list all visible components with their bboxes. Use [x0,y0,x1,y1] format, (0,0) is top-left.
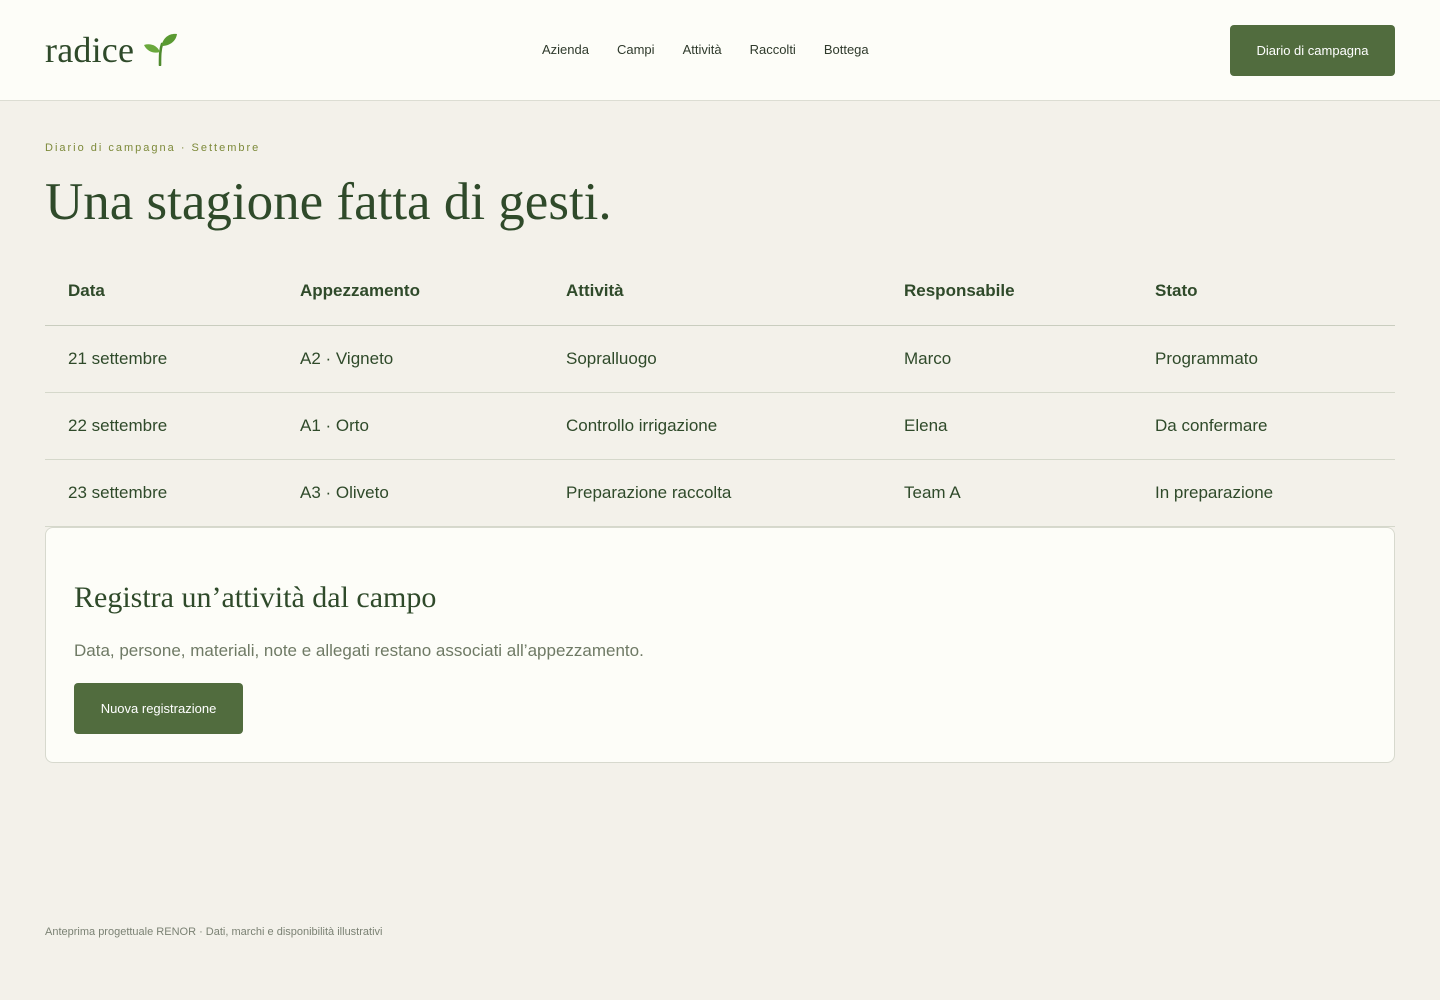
nav-item-campi[interactable]: Campi [617,42,655,58]
nav-item-raccolti[interactable]: Raccolti [750,42,796,58]
cell-plot: A3 · Oliveto [277,459,543,527]
section-eyebrow: Diario di campagna · Settembre [45,142,261,154]
cell-plot: A2 · Vigneto [277,325,543,393]
diario-button[interactable]: Diario di campagna [1230,25,1395,76]
cell-plot: A1 · Orto [277,392,543,460]
column-header-attivita: Attività [543,258,881,326]
cell-date: 22 settembre [45,392,277,460]
brand-logo[interactable]: radice [45,30,178,70]
cell-activity: Preparazione raccolta [543,459,881,527]
cell-owner: Marco [881,325,1132,393]
column-header-stato: Stato [1132,258,1395,326]
column-header-data: Data [45,258,277,326]
brand-name: radice [45,30,135,70]
main-nav: Azienda Campi Attività Raccolti Bottega [542,42,869,58]
table-row[interactable]: 21 settembre A2 · Vigneto Sopralluogo Ma… [45,325,1395,393]
cell-owner: Team A [881,459,1132,527]
table-row[interactable]: 23 settembre A3 · Oliveto Preparazione r… [45,459,1395,527]
cell-owner: Elena [881,392,1132,460]
activities-table: Data Appezzamento Attività Responsabile … [45,258,1395,527]
cell-status: Programmato [1132,325,1395,393]
sprout-icon [144,33,178,66]
register-activity-panel: Registra un’attività dal campo Data, per… [45,527,1395,763]
nav-item-azienda[interactable]: Azienda [542,42,589,58]
table-header-row: Data Appezzamento Attività Responsabile … [45,258,1395,326]
cell-date: 21 settembre [45,325,277,393]
panel-title: Registra un’attività dal campo [74,581,437,614]
site-header: radice Azienda Campi Attività Raccolti B… [0,0,1440,101]
cell-date: 23 settembre [45,459,277,527]
table-row[interactable]: 22 settembre A1 · Orto Controllo irrigaz… [45,392,1395,460]
column-header-appezzamento: Appezzamento [277,258,543,326]
page-title: Una stagione fatta di gesti. [45,173,612,231]
cell-activity: Controllo irrigazione [543,392,881,460]
footer-note: Anteprima progettuale RENOR · Dati, marc… [45,926,383,938]
cell-status: In preparazione [1132,459,1395,527]
column-header-responsabile: Responsabile [881,258,1132,326]
panel-description: Data, persone, materiali, note e allegat… [74,641,644,660]
cell-activity: Sopralluogo [543,325,881,393]
nav-item-attivita[interactable]: Attività [683,42,722,58]
cell-status: Da confermare [1132,392,1395,460]
new-registration-button[interactable]: Nuova registrazione [74,683,243,734]
nav-item-bottega[interactable]: Bottega [824,42,869,58]
